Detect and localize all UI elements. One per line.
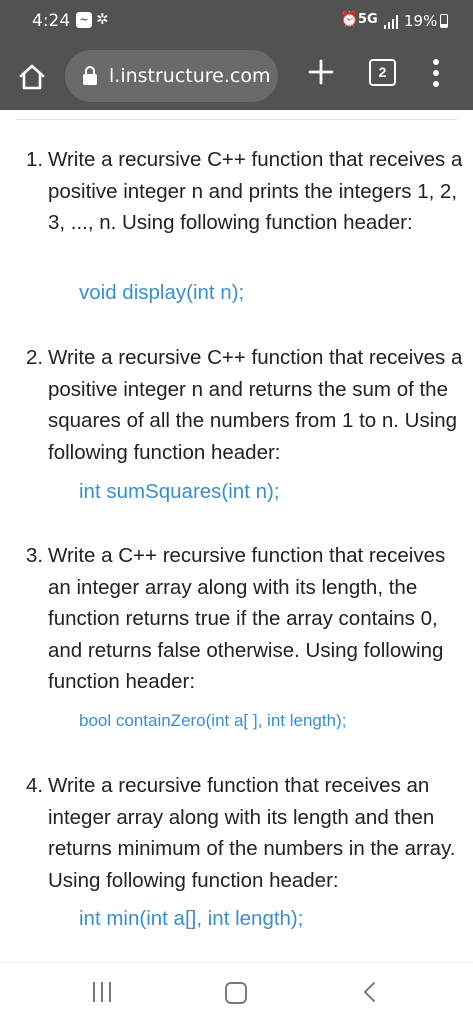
page-content: 1. Write a recursive C++ function that r… [0, 110, 473, 962]
question-text: Write a recursive function that receives… [48, 774, 456, 892]
battery-level: 19% [404, 12, 438, 30]
url-text: l.instructure.com [109, 65, 271, 87]
code-signature: int sumSquares(int n); [79, 480, 280, 503]
system-nav-bar [0, 962, 473, 1025]
code-signature: bool containZero(int a[ ], int length); [79, 711, 347, 730]
question-text: Write a recursive C++ function that rece… [48, 148, 463, 234]
app-notification-icon: ~ [76, 12, 92, 28]
network-type: 5G [358, 12, 378, 27]
divider [16, 119, 457, 120]
question-number: 2. [26, 346, 44, 369]
question-3: 3. Write a C++ recursive function that r… [26, 540, 466, 698]
address-bar[interactable]: l.instructure.com [65, 50, 278, 102]
new-tab-icon[interactable] [308, 59, 334, 85]
alarm-icon: ⏰ [340, 10, 359, 28]
signal-icon [384, 15, 398, 29]
tab-switcher-button[interactable]: 2 [369, 59, 396, 86]
question-4: 4. Write a recursive function that recei… [26, 770, 466, 896]
browser-toolbar: l.instructure.com 2 [0, 44, 473, 110]
more-menu-icon[interactable] [428, 59, 444, 89]
question-number: 1. [26, 148, 44, 171]
code-signature: int min(int a[], int length); [79, 907, 304, 930]
question-text: Write a C++ recursive function that rece… [48, 544, 446, 693]
battery-icon [440, 14, 448, 28]
home-button[interactable] [225, 982, 247, 1004]
recent-apps-icon[interactable] [93, 982, 113, 1002]
status-time: 4:24 [32, 11, 71, 31]
back-icon[interactable] [360, 981, 380, 1003]
code-signature: void display(int n); [79, 281, 245, 304]
question-1: 1. Write a recursive C++ function that r… [26, 144, 466, 239]
question-2: 2. Write a recursive C++ function that r… [26, 342, 466, 468]
question-number: 3. [26, 544, 44, 567]
home-icon[interactable] [17, 62, 47, 92]
lock-icon [82, 66, 98, 86]
status-bar: 4:24 ~ ✲ ⏰ 5G 19% [0, 0, 473, 44]
question-text: Write a recursive C++ function that rece… [48, 346, 463, 464]
pinwheel-notification-icon: ✲ [96, 10, 109, 28]
question-number: 4. [26, 774, 44, 797]
